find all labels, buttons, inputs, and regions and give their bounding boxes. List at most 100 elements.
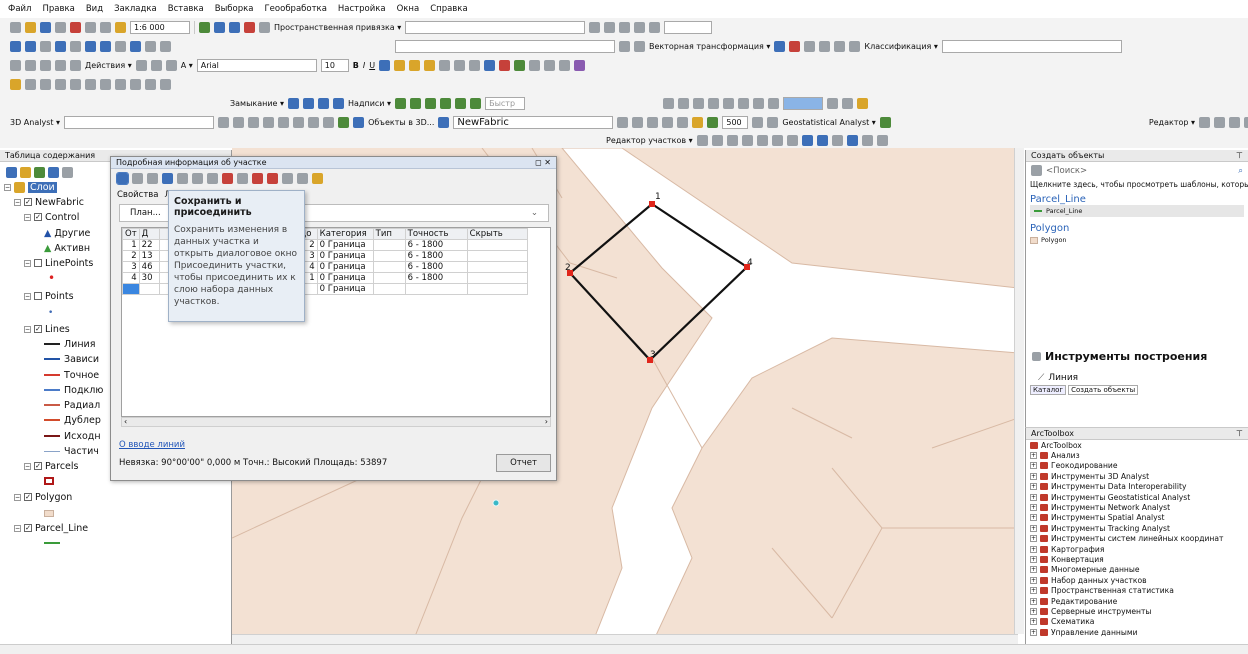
- toc-item-exact[interactable]: Точное: [44, 368, 99, 382]
- toc-item-active[interactable]: ▲ Активн: [44, 241, 90, 255]
- col-from[interactable]: От: [122, 228, 140, 240]
- forward-icon[interactable]: [100, 41, 111, 52]
- toolbox-item[interactable]: + Инструменты Tracking Analyst: [1026, 523, 1248, 533]
- find-icon[interactable]: [145, 41, 156, 52]
- delete-icon[interactable]: [70, 22, 81, 33]
- toolbox-item[interactable]: + Инструменты Network Analyst: [1026, 502, 1248, 512]
- menu-edit[interactable]: Правка: [42, 4, 74, 14]
- line-entry-link[interactable]: О вводе линий: [119, 440, 185, 450]
- fixed-zoom-icon[interactable]: [70, 41, 81, 52]
- collapse-icon[interactable]: −: [4, 183, 11, 191]
- scale-combo[interactable]: 1:6 000: [130, 21, 190, 34]
- redo-icon[interactable]: [100, 22, 111, 33]
- labels-menu[interactable]: Надписи ▾: [348, 99, 391, 108]
- toolbox-item[interactable]: + Картография: [1026, 544, 1248, 554]
- tab-properties[interactable]: Свойства: [117, 190, 159, 200]
- menu-selection[interactable]: Выборка: [215, 4, 254, 14]
- col-hide[interactable]: Скрыть: [466, 228, 528, 240]
- toolbox-item[interactable]: + Схематика: [1026, 617, 1248, 627]
- menu-file[interactable]: Файл: [8, 4, 31, 14]
- editor-toolbar-icon[interactable]: [199, 22, 210, 33]
- list-by-visibility-icon[interactable]: [34, 166, 45, 178]
- editor-menu[interactable]: Редактор ▾: [1149, 118, 1195, 127]
- zoom-combo[interactable]: [783, 97, 824, 110]
- menu-bookmarks[interactable]: Закладка: [114, 4, 157, 14]
- text-tool-icon[interactable]: A ▾: [181, 61, 193, 70]
- add-data-icon[interactable]: [115, 22, 126, 33]
- toc-item-line[interactable]: Линия: [44, 337, 95, 351]
- font-size-combo[interactable]: 10: [320, 59, 349, 72]
- toolbox-item[interactable]: + Инструменты Data Interoperability: [1026, 482, 1248, 492]
- toolbox-item[interactable]: + Набор данных участков: [1026, 575, 1248, 585]
- pin-icon[interactable]: ⊤: [1236, 429, 1243, 438]
- map-vertical-scrollbar[interactable]: [1014, 148, 1024, 634]
- target-combo[interactable]: [664, 21, 713, 34]
- toolbox-item[interactable]: + Инструменты Geostatistical Analyst: [1026, 492, 1248, 502]
- table-icon[interactable]: [214, 22, 225, 33]
- parcel-editor-menu[interactable]: Редактор участков ▾: [606, 136, 693, 145]
- toolbox-item[interactable]: + Инструменты систем линейных координат: [1026, 534, 1248, 544]
- toolbox-item[interactable]: + Инструменты 3D Analyst: [1026, 471, 1248, 481]
- full-extent-icon[interactable]: [55, 41, 66, 52]
- snapping-menu[interactable]: Пространственная привязка ▾: [274, 23, 401, 32]
- font-combo[interactable]: Arial: [196, 59, 317, 72]
- toolbox-item[interactable]: + Управление данными: [1026, 627, 1248, 637]
- italic-button[interactable]: I: [363, 61, 365, 70]
- undo-icon[interactable]: [85, 22, 96, 33]
- toc-item-dependent[interactable]: Зависи: [44, 352, 99, 366]
- closure-menu[interactable]: Замыкание ▾: [230, 99, 284, 108]
- templates-hint[interactable]: Щелкните здесь, чтобы просмотреть шаблон…: [1026, 179, 1248, 190]
- toc-item-polygon[interactable]: − ✓ Polygon: [14, 490, 72, 504]
- identify-icon[interactable]: [130, 41, 141, 52]
- print-icon[interactable]: [55, 22, 66, 33]
- map-horizontal-scrollbar[interactable]: [232, 634, 1018, 644]
- toc-item-newfabric[interactable]: − ✓ NewFabric: [14, 195, 84, 209]
- toolbox-item[interactable]: + Конвертация: [1026, 554, 1248, 564]
- open-icon[interactable]: [25, 22, 36, 33]
- toc-item-other[interactable]: ▲ Другие: [44, 226, 90, 240]
- create-features-tab[interactable]: Создать объекты: [1068, 385, 1139, 395]
- python-icon[interactable]: [259, 22, 270, 33]
- arctoolbox-root[interactable]: ArcToolbox: [1026, 440, 1248, 450]
- point-feature[interactable]: [492, 499, 500, 507]
- template-polygon[interactable]: Polygon: [1026, 234, 1248, 246]
- menu-windows[interactable]: Окна: [397, 4, 420, 14]
- toc-item-radial[interactable]: Радиал: [44, 398, 100, 412]
- catalog-tab[interactable]: Каталог: [1030, 385, 1067, 395]
- toolbox-item[interactable]: + Многомерные данные: [1026, 565, 1248, 575]
- close-icon[interactable]: ◻ ✕: [535, 158, 551, 167]
- toolbox-item[interactable]: + Геокодирование: [1026, 461, 1248, 471]
- toc-item-points[interactable]: − Points: [24, 289, 74, 303]
- catalog-icon[interactable]: [229, 22, 240, 33]
- create-search-input[interactable]: <Поиск>: [1046, 166, 1087, 176]
- geostat-menu[interactable]: Geostatistical Analyst ▾: [782, 118, 875, 127]
- menu-help[interactable]: Справка: [430, 4, 467, 14]
- toc-item-duplicate[interactable]: Дублер: [44, 413, 101, 427]
- toc-item-parcel-line[interactable]: − ✓ Parcel_Line: [14, 521, 88, 535]
- new-icon[interactable]: [10, 22, 21, 33]
- col-type[interactable]: Тип: [372, 228, 406, 240]
- toolbox-item[interactable]: + Анализ: [1026, 450, 1248, 460]
- menu-insert[interactable]: Вставка: [168, 4, 204, 14]
- options-icon[interactable]: [62, 166, 73, 178]
- col-category[interactable]: Категория: [316, 228, 374, 240]
- toolbox-item[interactable]: + Редактирование: [1026, 596, 1248, 606]
- underline-button[interactable]: U: [369, 61, 375, 70]
- dialog-titlebar[interactable]: Подробная информация об участке ◻ ✕: [111, 157, 556, 169]
- report-button[interactable]: Отчет: [496, 454, 551, 472]
- zoom-value-combo[interactable]: 500: [722, 116, 749, 129]
- save-icon[interactable]: [40, 22, 51, 33]
- select-icon[interactable]: [115, 41, 126, 52]
- 3d-layer-combo[interactable]: [64, 116, 215, 129]
- layer-combo[interactable]: [395, 40, 615, 53]
- list-by-drawing-order-icon[interactable]: [6, 166, 17, 178]
- back-icon[interactable]: [85, 41, 96, 52]
- quick-combo[interactable]: Быстр: [485, 97, 526, 110]
- menu-customize[interactable]: Настройка: [338, 4, 386, 14]
- col-accuracy[interactable]: Точность: [404, 228, 468, 240]
- measure-icon[interactable]: [160, 41, 171, 52]
- list-by-selection-icon[interactable]: [48, 166, 59, 178]
- tool-line[interactable]: ⟋ Линия: [1026, 363, 1248, 383]
- toc-item-source[interactable]: Исходн: [44, 429, 101, 443]
- pan-icon[interactable]: [40, 41, 51, 52]
